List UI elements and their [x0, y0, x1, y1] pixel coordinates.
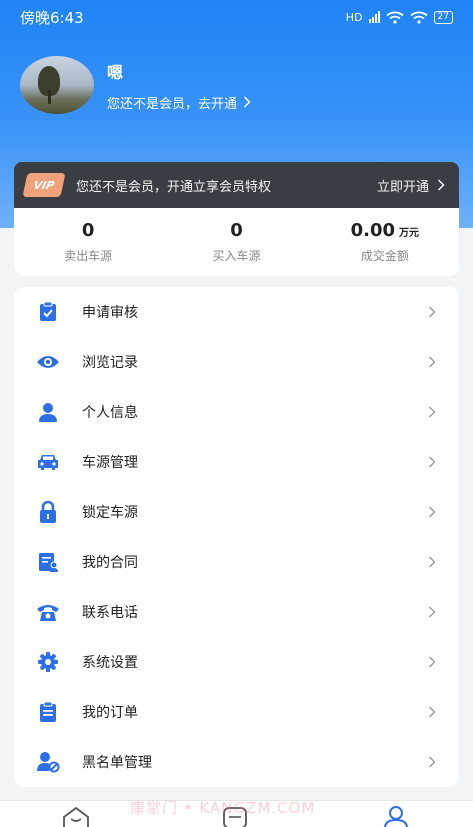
menu-item-contact-phone[interactable]: 联系电话	[14, 587, 459, 637]
chevron-right-icon	[429, 756, 436, 768]
vip-banner[interactable]: VIP 您还不是会员，开通立享会员特权 立即开通	[14, 162, 459, 208]
username: 嗯	[107, 62, 124, 82]
menu-item-label: 车源管理	[82, 455, 138, 471]
stat-label: 卖出车源	[64, 249, 113, 263]
stat-label: 买入车源	[212, 249, 261, 263]
chevron-right-icon	[429, 456, 436, 468]
menu-item-system-settings[interactable]: 系统设置	[14, 637, 459, 687]
profile-tab-icon[interactable]	[381, 805, 411, 827]
chevron-right-icon	[429, 656, 436, 668]
stat-deal-amount[interactable]: 0.00 万元 成交金额	[311, 208, 459, 276]
stat-value: 0.00 万元	[350, 220, 420, 241]
menu-item-my-contracts[interactable]: 我的合同	[14, 537, 459, 587]
menu-item-label: 锁定车源	[82, 505, 138, 521]
menu-item-personal-info[interactable]: 个人信息	[14, 387, 459, 437]
stats-card: 0 卖出车源 0 买入车源 0.00 万元 成交金额	[14, 208, 459, 276]
menu-item-browse-history[interactable]: 浏览记录	[14, 337, 459, 387]
vip-banner-text: 您还不是会员，开通立享会员特权	[76, 179, 272, 195]
open-membership-link[interactable]: 您还不是会员，去开通	[107, 93, 251, 112]
stat-label: 成交金额	[360, 249, 409, 263]
chevron-right-icon	[429, 606, 436, 618]
chevron-right-icon	[429, 406, 436, 418]
chevron-right-icon	[243, 96, 251, 108]
member-prompt: 您还不是会员，去开通	[107, 96, 238, 112]
blacklist-icon	[36, 750, 60, 774]
watermark: 康掌门 • KANGZM.COM	[130, 799, 316, 817]
menu-item-label: 申请审核	[82, 305, 138, 321]
menu-item-lock-vehicle[interactable]: 锁定车源	[14, 487, 459, 537]
menu-item-my-orders[interactable]: 我的订单	[14, 687, 459, 737]
lock-icon	[36, 500, 60, 524]
chevron-right-icon	[429, 506, 436, 518]
wifi-icon-secondary	[409, 11, 428, 24]
menu-item-vehicle-management[interactable]: 车源管理	[14, 437, 459, 487]
avatar[interactable]	[20, 56, 94, 114]
vip-open-label: 立即开通	[376, 179, 429, 195]
signal-icon	[368, 11, 380, 23]
menu-item-label: 我的订单	[82, 705, 138, 721]
home-tab-icon[interactable]	[61, 805, 91, 827]
stat-value: 0	[81, 220, 95, 241]
chevron-right-icon	[429, 356, 436, 368]
chevron-right-icon	[429, 556, 436, 568]
clipboard-check-icon	[36, 300, 60, 324]
chevron-right-icon	[437, 179, 445, 191]
menu-item-label: 我的合同	[82, 555, 138, 571]
stat-unit: 万元	[399, 228, 420, 239]
vip-badge-icon: VIP	[22, 168, 66, 202]
user-icon	[36, 400, 60, 424]
menu-list: 申请审核 浏览记录 个人信息 车源管理 锁定车源 我的合同 联系电话 系统设置 …	[14, 287, 459, 787]
menu-item-label: 浏览记录	[82, 355, 138, 371]
status-time: 傍晚6:43	[20, 8, 84, 27]
status-bar: 傍晚6:43 HD 27	[0, 0, 473, 34]
profile-text: 嗯 您还不是会员，去开通	[107, 59, 251, 112]
phone-icon	[36, 600, 60, 624]
vip-open-button[interactable]: 立即开通	[377, 176, 445, 195]
eye-icon	[36, 350, 60, 374]
menu-item-label: 系统设置	[82, 655, 138, 671]
car-icon	[36, 450, 60, 474]
menu-item-label: 个人信息	[82, 405, 138, 421]
chevron-right-icon	[429, 306, 436, 318]
stat-sold-vehicles[interactable]: 0 卖出车源	[14, 208, 162, 276]
wifi-icon	[385, 11, 404, 24]
stat-value: 0	[230, 220, 243, 241]
network-label: HD	[345, 10, 363, 24]
battery-icon: 27	[433, 10, 453, 24]
order-icon	[36, 700, 60, 724]
profile-section[interactable]: 嗯 您还不是会员，去开通	[20, 56, 251, 114]
stat-bought-vehicles[interactable]: 0 买入车源	[162, 208, 310, 276]
gear-icon	[36, 650, 60, 674]
status-icons: HD 27	[345, 10, 453, 24]
vip-badge-text: VIP	[32, 178, 56, 192]
menu-item-apply-review[interactable]: 申请审核	[14, 287, 459, 337]
contract-icon	[36, 550, 60, 574]
menu-item-blacklist[interactable]: 黑名单管理	[14, 737, 459, 787]
chevron-right-icon	[429, 706, 436, 718]
menu-item-label: 联系电话	[82, 605, 138, 621]
menu-item-label: 黑名单管理	[82, 755, 152, 771]
